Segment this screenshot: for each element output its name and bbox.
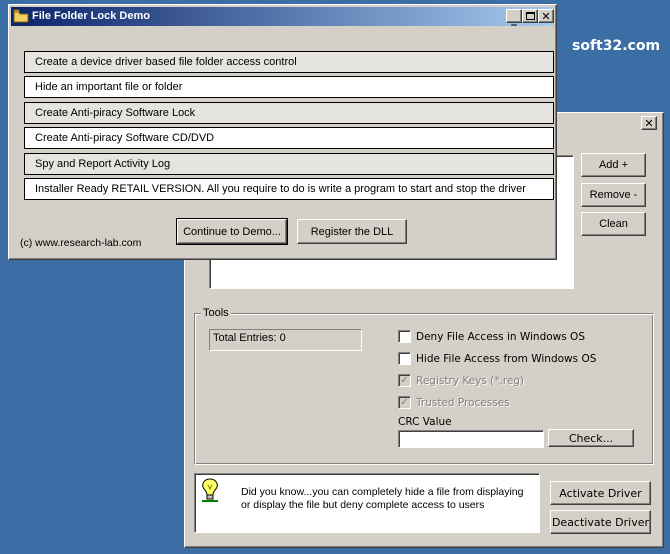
- close-icon: ✕: [541, 9, 551, 23]
- crc-label: CRC Value: [398, 416, 452, 428]
- hide-access-checkbox[interactable]: [398, 352, 411, 365]
- total-entries-box: Total Entries: 0: [209, 329, 362, 351]
- feature-item: Hide an important file or folder: [24, 76, 554, 98]
- continue-demo-button[interactable]: Continue to Demo...: [176, 218, 288, 245]
- demo-window: File Folder Lock Demo _ ✕ Create a devic…: [8, 4, 557, 260]
- register-dll-button[interactable]: Register the DLL: [297, 219, 407, 244]
- feature-item: Spy and Report Activity Log: [24, 153, 554, 175]
- registry-keys-checkbox[interactable]: ✓: [398, 374, 411, 387]
- maximize-icon: [525, 12, 535, 20]
- clean-button[interactable]: Clean: [581, 212, 646, 236]
- demo-title-bar: File Folder Lock Demo _ ✕: [11, 7, 554, 26]
- tip-text: Did you know...you can completely hide a…: [241, 486, 524, 511]
- check-mark-icon: ✓: [400, 374, 409, 386]
- trusted-processes-checkbox[interactable]: ✓: [398, 396, 411, 409]
- trusted-processes-row[interactable]: ✓ Trusted Processes: [398, 396, 510, 409]
- watermark: soft32.com: [572, 38, 661, 54]
- maximize-button[interactable]: [522, 9, 538, 23]
- check-button[interactable]: Check...: [548, 429, 634, 447]
- minimize-button[interactable]: _: [506, 9, 522, 26]
- tools-group-label: Tools: [201, 307, 231, 319]
- total-entries-text: Total Entries: 0: [213, 332, 286, 344]
- folder-lock-icon: [13, 9, 29, 23]
- minimize-icon: _: [511, 12, 517, 26]
- deny-access-checkbox[interactable]: [398, 330, 411, 343]
- check-mark-icon: ✓: [400, 396, 409, 408]
- crc-input[interactable]: [398, 430, 544, 448]
- trusted-processes-label: Trusted Processes: [416, 396, 510, 409]
- registry-keys-label: Registry Keys (*.reg): [416, 374, 525, 387]
- demo-window-title: File Folder Lock Demo: [32, 10, 150, 22]
- add-button[interactable]: Add +: [581, 153, 646, 177]
- tip-panel: Did you know...you can completely hide a…: [194, 473, 540, 533]
- lightbulb-icon: [202, 478, 218, 502]
- feature-item: Installer Ready RETAIL VERSION. All you …: [24, 178, 554, 200]
- main-close-button[interactable]: ✕: [641, 116, 657, 130]
- deny-access-row[interactable]: Deny File Access in Windows OS: [398, 330, 585, 343]
- close-icon: ✕: [644, 116, 654, 130]
- remove-button[interactable]: Remove -: [581, 183, 646, 207]
- feature-item: Create Anti-piracy Software Lock: [24, 102, 554, 124]
- hide-access-row[interactable]: Hide File Access from Windows OS: [398, 352, 596, 365]
- feature-item: Create a device driver based file folder…: [24, 51, 554, 73]
- copyright-text: (c) www.research-lab.com: [20, 237, 142, 249]
- hide-access-label: Hide File Access from Windows OS: [416, 352, 597, 365]
- demo-close-button[interactable]: ✕: [538, 9, 554, 23]
- deny-access-label: Deny File Access in Windows OS: [416, 330, 585, 343]
- activate-driver-button[interactable]: Activate Driver: [550, 481, 651, 505]
- registry-keys-row[interactable]: ✓ Registry Keys (*.reg): [398, 374, 524, 387]
- deactivate-driver-button[interactable]: Deactivate Driver: [550, 510, 651, 534]
- feature-item: Create Anti-piracy Software CD/DVD: [24, 127, 554, 149]
